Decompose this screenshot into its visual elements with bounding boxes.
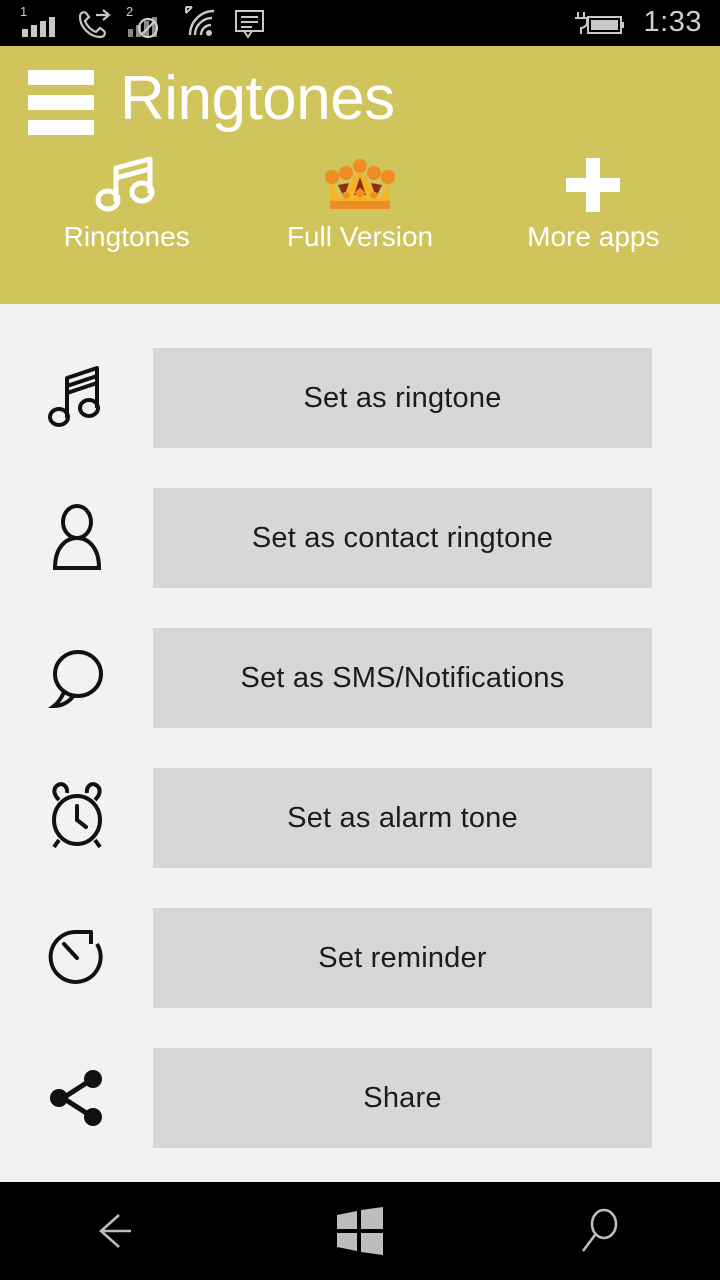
- svg-text:2: 2: [126, 5, 133, 19]
- tab-full-version[interactable]: Full Version: [243, 154, 476, 253]
- button-label: Share: [363, 1081, 442, 1114]
- hamburger-bar: [28, 94, 94, 110]
- tab-label: Ringtones: [63, 221, 190, 252]
- status-bar: 1 2 1:33: [0, 0, 720, 46]
- action-list: Set as ringtone Set as contact ringtone: [0, 304, 720, 1182]
- page-title: Ringtones: [120, 64, 395, 133]
- button-label: Set as contact ringtone: [251, 521, 554, 554]
- app-header: Ringtones Ringtones Full Version More ap…: [0, 46, 720, 304]
- contact-person-icon: [0, 500, 153, 576]
- music-note-icon: [0, 360, 153, 436]
- list-item: Set as alarm tone: [0, 748, 720, 888]
- windows-logo-icon: [337, 1207, 383, 1255]
- status-bar-left-icons: 1 2: [20, 5, 268, 39]
- button-label: Set as alarm tone: [287, 801, 518, 834]
- search-icon: [581, 1208, 618, 1252]
- status-bar-right: 1:33: [572, 5, 702, 39]
- message-icon: [235, 10, 264, 39]
- hamburger-bar: [28, 69, 94, 85]
- header-top-row: Ringtones: [0, 46, 720, 136]
- tab-label: Full Version: [286, 221, 434, 252]
- list-item: Set reminder: [0, 888, 720, 1028]
- share-button[interactable]: Share: [153, 1048, 652, 1148]
- button-label: Set as SMS/Notifications: [240, 661, 565, 694]
- signal-blocked-sim2-icon: 2: [126, 5, 159, 39]
- list-item: Set as SMS/Notifications: [0, 608, 720, 748]
- list-item: Set as contact ringtone: [0, 468, 720, 608]
- set-as-sms-notifications-button[interactable]: Set as SMS/Notifications: [153, 628, 652, 728]
- tab-label: More apps: [527, 221, 660, 252]
- hamburger-bar: [28, 119, 94, 135]
- start-button[interactable]: [240, 1182, 480, 1280]
- header-tabs: Ringtones Full Version More apps: [0, 154, 720, 253]
- hamburger-menu-icon[interactable]: [28, 69, 94, 135]
- phone-screen: 1 2 1:33 Ringtones Ringtones Full Versio…: [0, 0, 720, 1280]
- share-icon: [0, 1060, 153, 1136]
- speech-bubble-icon: [0, 640, 153, 716]
- set-as-ringtone-button[interactable]: Set as ringtone: [153, 348, 652, 448]
- plus-icon: [562, 154, 624, 216]
- set-as-contact-ringtone-button[interactable]: Set as contact ringtone: [153, 488, 652, 588]
- status-bar-clock: 1:33: [643, 5, 702, 38]
- system-navigation-bar: [0, 1182, 720, 1280]
- list-item: Set as ringtone: [0, 328, 720, 468]
- tab-ringtones[interactable]: Ringtones: [10, 154, 243, 253]
- search-button[interactable]: [480, 1182, 720, 1280]
- set-as-alarm-tone-button[interactable]: Set as alarm tone: [153, 768, 652, 868]
- button-label: Set reminder: [318, 941, 487, 974]
- back-arrow-icon: [99, 1214, 131, 1248]
- list-item: Share: [0, 1028, 720, 1168]
- tab-more-apps[interactable]: More apps: [477, 154, 710, 253]
- button-label: Set as ringtone: [303, 381, 502, 414]
- wifi-icon: [185, 6, 215, 36]
- music-note-icon: [92, 154, 162, 216]
- set-reminder-button[interactable]: Set reminder: [153, 908, 652, 1008]
- call-forwarding-icon: [78, 9, 111, 39]
- battery-charging-icon: [574, 12, 624, 34]
- back-button[interactable]: [0, 1182, 240, 1280]
- crown-icon: [320, 154, 400, 216]
- alarm-clock-icon: [0, 780, 153, 856]
- timer-icon: [0, 920, 153, 996]
- svg-text:1: 1: [20, 5, 27, 19]
- signal-bars-sim1-icon: 1: [20, 5, 55, 37]
